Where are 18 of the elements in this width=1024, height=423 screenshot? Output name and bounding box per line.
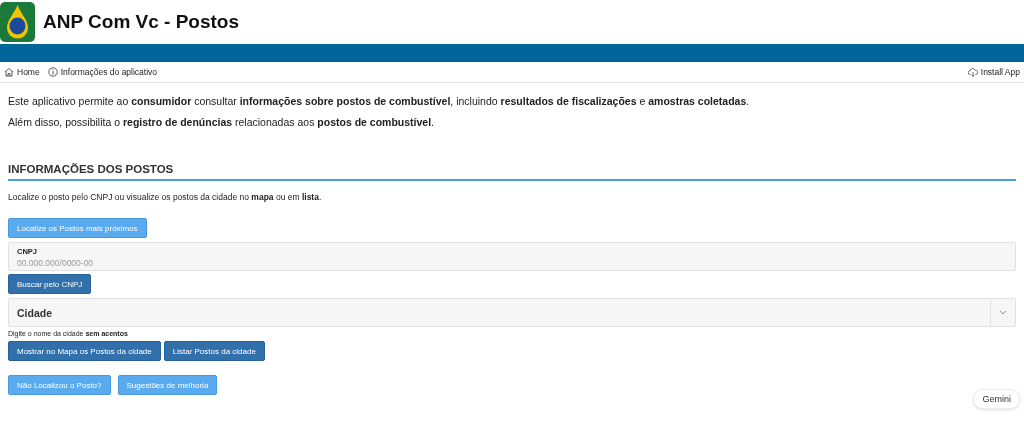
app-title: ANP Com Vc - Postos	[43, 11, 240, 33]
section-description: Localize o posto pelo CNPJ ou visualize os postos da cidade no mapa ou em lista.	[8, 192, 323, 202]
section-heading: INFORMAÇÕES DOS POSTOS	[8, 163, 1016, 181]
cnpj-input[interactable]: 00.000.000/0000-00	[17, 258, 317, 268]
action-button[interactable]: Listar Postos da cidade	[163, 341, 265, 361]
action-button[interactable]: Mostrar no Mapa os Postos da cidade	[8, 341, 161, 361]
install-link[interactable]: Install App	[967, 67, 1020, 77]
assistant-button[interactable]: Gemini	[973, 389, 1020, 409]
action-button[interactable]: Buscar pelo CNPJ	[8, 274, 92, 294]
nav-link[interactable]: Home	[4, 67, 40, 77]
home-icon	[4, 67, 14, 77]
chevron-down-icon	[999, 310, 1007, 315]
app-logo	[0, 2, 35, 42]
cloud-download-icon	[967, 67, 978, 77]
info-icon	[47, 67, 58, 77]
nav-link[interactable]: Informações do aplicativo	[47, 67, 158, 77]
intro-paragraph: Além disso, possibilita o registro de denúncias relacionadas aos postos de combustível.	[8, 115, 436, 129]
intro-paragraph: Este aplicativo permite ao consumidor consultar informações sobre postos de combustível, incluindo resultados de fiscalizações e amostras coletadas.	[8, 94, 751, 108]
